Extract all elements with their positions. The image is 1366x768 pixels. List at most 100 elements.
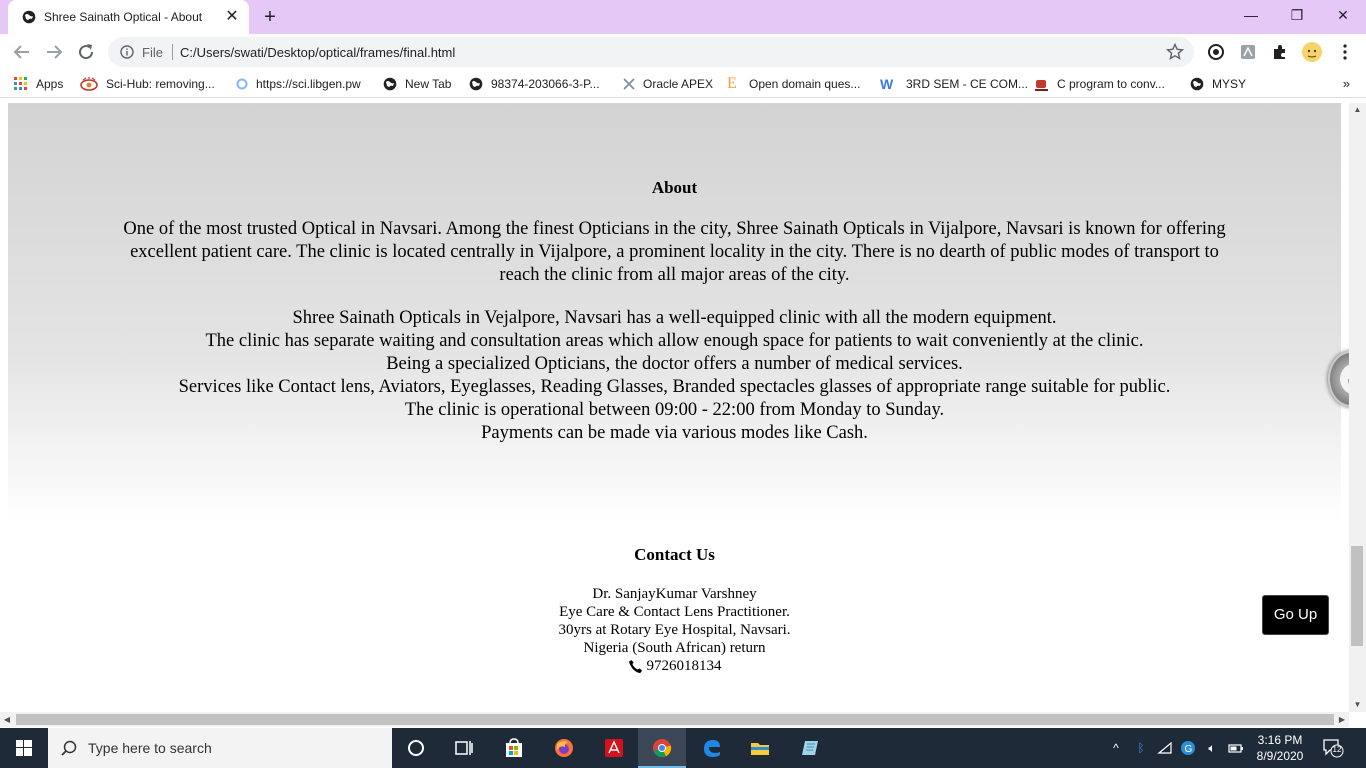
tray-expand-icon[interactable]: ^ xyxy=(1108,740,1124,756)
wifi-icon[interactable] xyxy=(1157,740,1173,756)
reload-icon[interactable] xyxy=(74,40,98,64)
taskbar-store[interactable] xyxy=(490,728,538,768)
notes-app-icon xyxy=(802,741,818,755)
extension-circle-icon[interactable] xyxy=(1207,43,1225,61)
bookmark-label: https://sci.libgen.pw xyxy=(256,77,361,91)
page-viewport: About One of the most trusted Optical in… xyxy=(0,103,1349,712)
horizontal-scrollbar[interactable]: ◀ ▶ xyxy=(0,712,1349,727)
about-line: Services like Contact lens, Aviators, Ey… xyxy=(178,377,1171,397)
bookmarks-overflow-icon[interactable]: » xyxy=(1343,76,1350,91)
taskbar-acrobat[interactable] xyxy=(590,728,638,768)
profile-avatar[interactable] xyxy=(1302,42,1322,62)
notification-count: 12 xyxy=(1332,745,1342,754)
scroll-down-arrow-icon[interactable]: ▼ xyxy=(1349,698,1366,712)
window-close-icon[interactable]: ✕ xyxy=(1320,0,1366,30)
scroll-up-arrow-icon[interactable]: ▲ xyxy=(1349,103,1366,117)
forward-icon[interactable] xyxy=(42,40,66,64)
contact-heading: Contact Us xyxy=(634,545,715,564)
phone-icon xyxy=(628,659,642,673)
about-intro-paragraph: One of the most trusted Optical in Navsa… xyxy=(123,219,1226,285)
extensions-puzzle-icon[interactable] xyxy=(1271,43,1289,61)
pdf-extension-icon[interactable] xyxy=(1239,43,1257,61)
globe-icon xyxy=(22,10,36,24)
clock-date: 8/9/2020 xyxy=(1256,749,1304,763)
scroll-right-arrow-icon[interactable]: ▶ xyxy=(1335,713,1349,727)
taskbar-file-explorer[interactable] xyxy=(736,728,784,768)
svg-text:G: G xyxy=(1185,744,1193,755)
bookmark-label: MYSY xyxy=(1212,77,1247,91)
taskbar-chrome[interactable] xyxy=(638,728,686,768)
bookmark-3rd-sem[interactable]: W 3RD SEM - CE COM... xyxy=(880,76,1028,92)
bookmark-c-program[interactable]: C program to conv... xyxy=(1035,76,1165,92)
contact-line: 30yrs at Rotary Eye Hospital, Navsari. xyxy=(558,622,791,638)
bookmark-apps[interactable]: Apps xyxy=(14,76,63,92)
task-view-icon xyxy=(455,741,473,755)
tab-close-icon[interactable]: ✕ xyxy=(224,9,240,25)
bookmark-label: C program to conv... xyxy=(1057,77,1165,91)
address-bar[interactable]: File C:/Users/swati/Desktop/optical/fram… xyxy=(108,37,1194,67)
url-separator xyxy=(172,44,173,60)
bookmark-label: Sci-Hub: removing... xyxy=(106,77,215,91)
go-up-button[interactable]: Go Up xyxy=(1262,595,1329,635)
back-icon[interactable] xyxy=(10,40,34,64)
battery-icon[interactable] xyxy=(1228,740,1244,756)
bookmark-star-icon[interactable] xyxy=(1166,43,1184,61)
contact-line: Eye Care & Contact Lens Practitioner. xyxy=(559,604,790,620)
bookmark-new-tab[interactable]: New Tab xyxy=(383,76,451,92)
cortana-button[interactable] xyxy=(392,728,440,768)
bookmark-label: 98374-203066-3-P... xyxy=(491,77,600,91)
acrobat-icon xyxy=(605,739,623,757)
bookmark-pdf-link[interactable]: 98374-203066-3-P... xyxy=(469,76,600,92)
bookmark-scihub[interactable]: Sci-Hub: removing... xyxy=(80,76,215,92)
info-icon[interactable] xyxy=(120,45,134,59)
url-text[interactable]: C:/Users/swati/Desktop/optical/frames/fi… xyxy=(180,45,455,60)
contact-line: Dr. SanjayKumar Varshney xyxy=(592,586,757,602)
microphone-glyph xyxy=(1348,379,1349,385)
bluetooth-icon[interactable]: ᛒ xyxy=(1133,740,1149,756)
e-icon: E xyxy=(727,75,737,92)
about-line: Shree Sainath Opticals in Vejalpore, Nav… xyxy=(292,308,1057,328)
vertical-scroll-thumb[interactable] xyxy=(1351,546,1363,646)
bookmark-open-domain[interactable]: E Open domain ques... xyxy=(727,76,860,92)
phone-number[interactable]: 9726018134 xyxy=(647,657,722,675)
start-button[interactable] xyxy=(0,728,48,768)
restore-icon[interactable]: ❐ xyxy=(1274,0,1320,30)
microphone-icon xyxy=(1340,363,1349,395)
minimize-icon[interactable]: — xyxy=(1228,0,1274,30)
apex-icon xyxy=(623,78,635,90)
new-tab-icon[interactable]: + xyxy=(260,7,280,27)
libgen-icon xyxy=(236,78,248,90)
chrome-icon xyxy=(653,739,672,758)
folder-icon xyxy=(751,743,769,755)
taskbar-edge[interactable] xyxy=(688,728,736,768)
about-line: Payments can be made via various modes l… xyxy=(481,423,868,443)
action-center-button[interactable]: 12 xyxy=(1322,738,1344,758)
menu-kebab-icon[interactable] xyxy=(1336,43,1354,61)
about-line: Being a specialized Opticians, the docto… xyxy=(386,354,963,374)
w-icon: W xyxy=(880,76,894,92)
url-scheme: File xyxy=(142,45,163,60)
volume-icon[interactable]: 🔈︎ xyxy=(1204,740,1220,756)
globe-icon xyxy=(383,77,397,91)
task-view-button[interactable] xyxy=(440,728,488,768)
system-clock[interactable]: 3:16 PM 8/9/2020 xyxy=(1250,732,1310,764)
globe-icon xyxy=(1190,77,1204,91)
clock-time: 3:16 PM xyxy=(1257,733,1303,747)
contact-line: Nigeria (South African) return xyxy=(583,640,766,656)
horizontal-scroll-thumb[interactable] xyxy=(16,714,1334,725)
taskbar-notes-app[interactable] xyxy=(786,728,834,768)
scroll-left-arrow-icon[interactable]: ◀ xyxy=(0,713,14,727)
taskbar-search-box[interactable]: Type here to search xyxy=(48,728,392,768)
edge-icon xyxy=(704,740,720,757)
bookmark-label: Open domain ques... xyxy=(749,77,861,91)
search-placeholder: Type here to search xyxy=(88,740,212,756)
bookmark-oracle-apex[interactable]: Oracle APEX xyxy=(623,76,713,92)
security-shield-icon[interactable]: G xyxy=(1180,740,1196,756)
vertical-scrollbar[interactable]: ▲ ▼ xyxy=(1349,103,1366,712)
taskbar-firefox[interactable] xyxy=(540,728,588,768)
firefox-icon xyxy=(555,739,573,757)
about-line: The clinic has separate waiting and cons… xyxy=(205,331,1144,351)
bookmark-mysy[interactable]: MYSY xyxy=(1190,76,1246,92)
browser-tab-active[interactable]: Shree Sainath Optical - About ✕ xyxy=(8,0,249,34)
bookmark-libgen[interactable]: https://sci.libgen.pw xyxy=(236,76,361,92)
